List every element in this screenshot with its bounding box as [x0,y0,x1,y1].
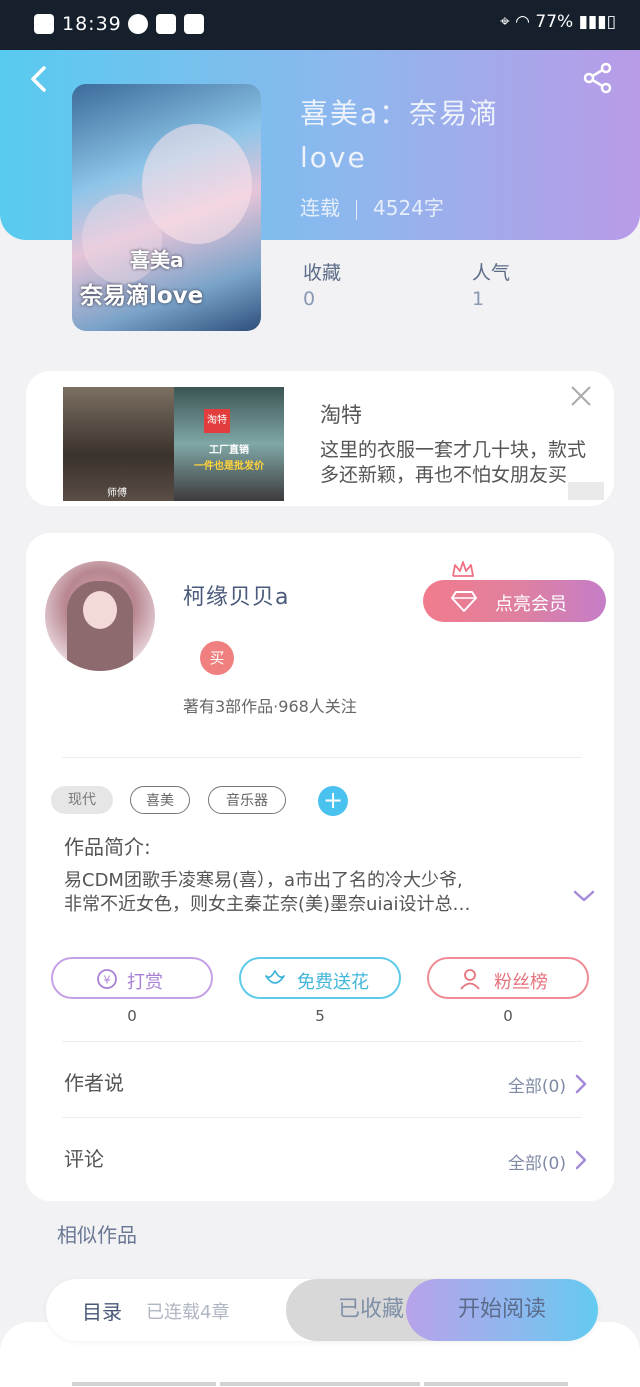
book-title: 喜美a：奈易滴love [300,97,500,174]
intro-title: 作品简介: [64,835,151,859]
fans-count: 0 [503,1007,513,1025]
battery-icon: ▮▮▮▯ [578,12,616,32]
mail-icon [156,14,176,34]
start-reading-button[interactable]: 开始阅读 [406,1279,598,1341]
cover-title-line1: 喜美a [130,248,184,272]
fans-ranking-button-label: 粉丝榜 [494,972,548,993]
author-name[interactable]: 柯缘贝贝a [183,579,289,611]
send-flower-button[interactable]: 免费送花 [239,957,401,999]
status-right: ⌖ ◠ 77% ▮▮▮▯ [500,12,616,32]
ad-title: 淘特 [320,403,362,427]
flash-icon [184,14,204,34]
nav-indicator [424,1382,568,1386]
fans-ranking-button[interactable]: 粉丝榜 [427,957,589,999]
author-says-label: 作者说 [64,1071,124,1095]
divider [62,757,582,758]
back-arrow-icon[interactable] [24,64,54,94]
chapter-count: 已连载4章 [146,1302,230,1323]
toc-label: 目录 [82,1300,122,1324]
ad-description: 这里的衣服一套才几十块，款式 多还新颖，再也不怕女朋友买 [320,438,606,490]
author-card: 柯缘贝贝a 点亮会员 买 著有3部作品·968人关注 现代 喜美 音乐器 + 作… [26,533,614,1201]
tag-chip[interactable]: 现代 [51,786,113,814]
avatar-face [83,591,117,629]
serial-status: 连载 [300,196,340,220]
tag-chip[interactable]: 音乐器 [208,786,286,814]
ad-image-text: 一件也是批发价 [194,461,264,472]
location-icon: ⌖ [500,12,510,32]
ad-image-caption: 师傅 [107,488,127,499]
book-cover[interactable]: 喜美a 奈易滴love [72,84,261,331]
chevron-right-icon [575,1074,587,1094]
ad-image[interactable]: 淘特 工厂直销 一件也是批发价 [174,387,284,501]
status-time: 18:39 [62,13,122,35]
wifi-icon: ◠ [515,12,530,32]
battery-percent: 77% [535,12,574,32]
ad-image-text: 工厂直销 [209,445,249,456]
stat-value-popularity: 1 [472,288,485,310]
avatar[interactable] [45,561,155,671]
ad-card[interactable]: 师傅 淘特 工厂直销 一件也是批发价 淘特 这里的衣服一套才几十块，款式 多还新… [26,371,614,506]
cover-title-line2: 奈易滴love [80,283,204,309]
chevron-right-icon [575,1150,587,1170]
tag-chip[interactable]: 喜美 [130,786,190,814]
crown-icon [452,561,474,577]
meta-divider [356,199,357,220]
intro-line: 非常不近女色，则女主秦芷奈(美)墨奈uiai设计总… [64,894,471,915]
vip-button-label: 点亮会员 [495,594,567,615]
intro-text: 易CDM团歌手凌寒易(喜），a市出了名的冷大少爷, 非常不近女色，则女主秦芷奈(… [64,869,542,917]
intro-line: 易CDM团歌手凌寒易(喜），a市出了名的冷大少爷, [64,870,463,891]
share-icon[interactable] [582,62,614,94]
notification-icon [34,14,54,34]
diamond-icon [451,591,477,612]
ad-description-line: 这里的衣服一套才几十块，款式 [320,439,587,461]
ad-logo [568,482,604,500]
comments-all: 全部(0) [507,1154,566,1174]
add-tag-button[interactable]: + [318,786,348,816]
author-says-all: 全部(0) [507,1077,566,1097]
reward-button[interactable]: ¥ 打赏 [51,957,213,999]
bottom-action-bar: 目录 已连载4章 已收藏 开始阅读 [46,1279,598,1341]
close-icon[interactable] [570,385,592,407]
divider [62,1041,582,1042]
reward-button-label: 打赏 [127,972,163,993]
comments-label: 评论 [64,1147,104,1171]
divider [62,1117,582,1118]
author-level-badge: 买 [200,641,234,675]
nav-indicator [220,1382,420,1386]
stat-label-favorites: 收藏 [303,262,342,284]
ad-image-badge: 淘特 [204,409,230,433]
ad-image[interactable]: 师傅 [63,387,174,501]
pinwheel-icon [128,14,148,34]
activate-vip-button[interactable]: 点亮会员 [423,580,606,622]
ad-description-line: 多还新颖，再也不怕女朋友买 [320,464,568,486]
stat-value-favorites: 0 [303,288,316,310]
reward-count: 0 [127,1007,137,1025]
chevron-down-icon[interactable] [572,887,596,905]
stat-label-popularity: 人气 [472,262,511,284]
similar-works-title: 相似作品 [57,1223,137,1247]
flower-count: 5 [315,1007,325,1025]
status-bar: 18:39 ⌖ ◠ 77% ▮▮▮▯ [0,0,640,50]
send-flower-button-label: 免费送花 [297,972,369,993]
nav-indicator [72,1382,216,1386]
book-meta: 连载 4524字 [300,192,444,221]
author-works-summary: 著有3部作品·968人关注 [183,697,357,716]
word-count: 4524字 [373,196,444,220]
